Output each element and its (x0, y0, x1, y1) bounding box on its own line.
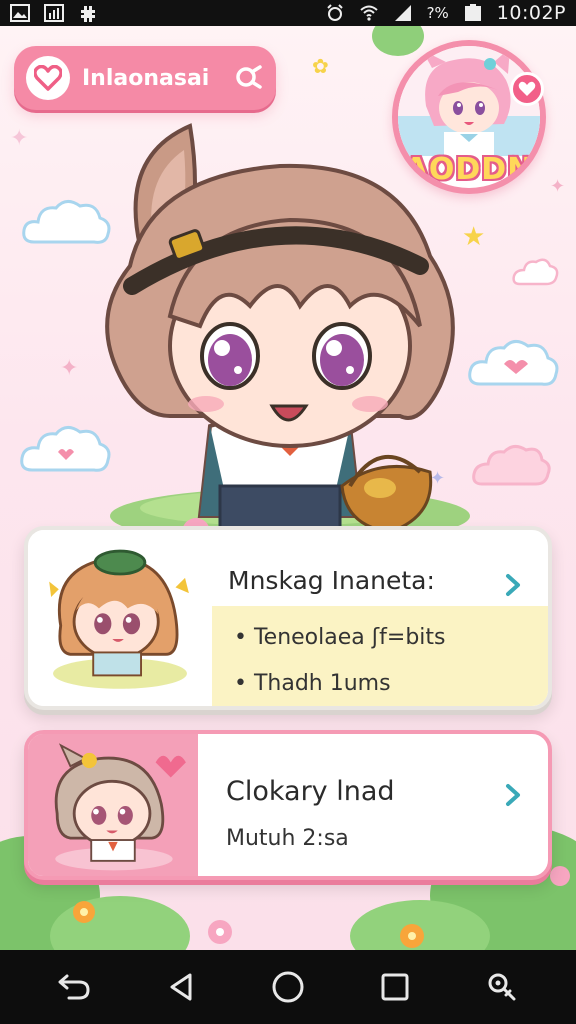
home-button[interactable] (268, 967, 308, 1007)
hero-character (105, 123, 470, 562)
card-title: Clokary lnad (226, 776, 395, 807)
recents-icon (381, 973, 409, 1001)
sparkle-decoration: ✿ (312, 54, 329, 78)
settings-icon (81, 6, 95, 22)
list-item: • Thadh 1ums (234, 670, 391, 696)
assistant-icon (488, 973, 516, 1001)
home-triangle-icon (170, 973, 192, 1001)
card-character-thumbnail (32, 530, 208, 706)
sparkle-decoration: ✦ (60, 356, 79, 381)
card-detail-list: • Teneolaea ʃf=bits • Thadh 1ums (212, 606, 548, 706)
sparkle-decoration: ✦ (10, 126, 29, 151)
home-circle-icon (272, 971, 304, 1003)
chevron-right-icon[interactable] (500, 782, 526, 808)
assistant-button[interactable] (482, 967, 522, 1007)
cloud-decoration (512, 258, 559, 286)
chart-icon (44, 4, 64, 22)
feature-card[interactable]: Clokary lnad Mutuh 2:sa (24, 730, 552, 880)
battery-icon (464, 4, 481, 21)
list-item: • Teneolaea ʃf=bits (234, 624, 446, 650)
alarm-icon (326, 4, 343, 21)
search-query[interactable]: Inlaonasai (82, 66, 222, 91)
navigation-bar (0, 950, 576, 1024)
favorite-heart-icon[interactable] (510, 72, 544, 106)
nav-triangle-button[interactable] (161, 967, 201, 1007)
gallery-icon (10, 4, 30, 22)
heart-icon[interactable] (26, 56, 70, 100)
status-bar: ?% 10:02P (0, 0, 576, 26)
signal-icon (394, 5, 411, 21)
home-scene: ✦ ✦ ★ ✦ ✦ ✿ Inlaonasai AODDN Mnskag Inan… (0, 26, 576, 950)
back-button[interactable] (54, 967, 94, 1007)
chevron-right-icon[interactable] (500, 572, 526, 598)
sparkle-decoration: ✦ (550, 176, 566, 197)
clock: 10:02P (496, 2, 566, 24)
card-title: Mnskag Inaneta: (228, 566, 435, 595)
search-bar[interactable]: Inlaonasai (14, 46, 276, 110)
search-icon[interactable] (234, 63, 264, 93)
back-icon (58, 974, 90, 1000)
battery-percentage: ?% (426, 4, 449, 22)
wifi-icon (359, 5, 378, 21)
card-subtitle: Mutuh 2:sa (226, 826, 349, 851)
feature-card[interactable]: Mnskag Inaneta: • Teneolaea ʃf=bits • Th… (24, 526, 552, 710)
recents-button[interactable] (375, 967, 415, 1007)
card-character-thumbnail (28, 734, 198, 876)
